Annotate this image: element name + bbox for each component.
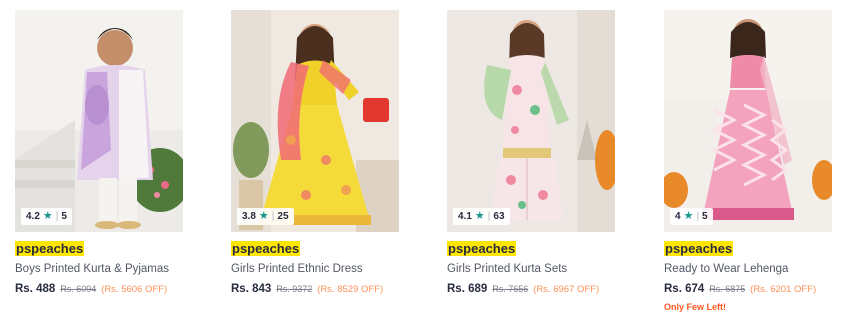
rating-value: 4.1: [458, 211, 472, 222]
product-name[interactable]: Girls Printed Ethnic Dress: [231, 262, 399, 276]
brand-name[interactable]: pspeaches: [15, 241, 85, 256]
brand-name[interactable]: pspeaches: [664, 241, 734, 256]
price-row: Rs. 843 Rs. 9372 (Rs. 8529 OFF): [231, 282, 399, 297]
star-icon: ★: [42, 210, 53, 222]
rating-value: 4.2: [26, 211, 40, 222]
brand-name[interactable]: pspeaches: [447, 241, 517, 256]
rating-divider: |: [55, 211, 59, 222]
rating-count: 5: [61, 211, 67, 222]
original-price: Rs. 6875: [709, 284, 746, 294]
product-image[interactable]: 4 ★ | 5: [664, 10, 832, 232]
discount-amount: (Rs. 8529 OFF): [317, 284, 384, 295]
rating-badge: 4 ★ | 5: [670, 208, 713, 225]
rating-badge: 4.2 ★ | 5: [21, 208, 72, 225]
price-row: Rs. 488 Rs. 6094 (Rs. 5606 OFF): [15, 282, 183, 297]
price-row: Rs. 674 Rs. 6875 (Rs. 6201 OFF): [664, 282, 832, 297]
product-image[interactable]: 4.1 ★ | 63: [447, 10, 615, 232]
product-card[interactable]: 3.8 ★ | 25 pspeaches Girls Printed Ethni…: [231, 10, 399, 297]
product-card[interactable]: 4.2 ★ | 5 pspeaches Boys Printed Kurta &…: [15, 10, 183, 297]
product-image[interactable]: 4.2 ★ | 5: [15, 10, 183, 232]
discounted-price: Rs. 689: [447, 283, 488, 295]
product-name[interactable]: Ready to Wear Lehenga: [664, 262, 832, 276]
discounted-price: Rs. 843: [231, 283, 272, 295]
discount-amount: (Rs. 6201 OFF): [750, 284, 817, 295]
original-price: Rs. 9372: [276, 284, 313, 294]
product-name[interactable]: Girls Printed Kurta Sets: [447, 262, 615, 276]
rating-divider: |: [271, 211, 275, 222]
rating-divider: |: [487, 211, 491, 222]
price-row: Rs. 689 Rs. 7656 (Rs. 6967 OFF): [447, 282, 615, 297]
product-card[interactable]: 4.1 ★ | 63 pspeaches Girls Printed Kurta…: [447, 10, 615, 297]
rating-count: 5: [702, 211, 708, 222]
star-icon: ★: [683, 210, 694, 222]
rating-value: 3.8: [242, 211, 256, 222]
stock-note: Only Few Left!: [664, 302, 727, 312]
original-price: Rs. 7656: [492, 284, 529, 294]
product-image[interactable]: 3.8 ★ | 25: [231, 10, 399, 232]
star-icon: ★: [258, 210, 269, 222]
rating-badge: 4.1 ★ | 63: [453, 208, 510, 225]
discount-amount: (Rs. 6967 OFF): [533, 284, 600, 295]
product-card[interactable]: 4 ★ | 5 pspeaches Ready to Wear Lehenga …: [664, 10, 832, 312]
rating-divider: |: [696, 211, 700, 222]
rating-badge: 3.8 ★ | 25: [237, 208, 294, 225]
product-name[interactable]: Boys Printed Kurta & Pyjamas: [15, 262, 183, 276]
discount-amount: (Rs. 5606 OFF): [101, 284, 168, 295]
brand-name[interactable]: pspeaches: [231, 241, 301, 256]
star-icon: ★: [474, 210, 485, 222]
discounted-price: Rs. 674: [664, 283, 705, 295]
original-price: Rs. 6094: [60, 284, 97, 294]
rating-count: 25: [277, 211, 289, 222]
discounted-price: Rs. 488: [15, 283, 56, 295]
rating-count: 63: [493, 211, 505, 222]
rating-value: 4: [675, 211, 681, 222]
